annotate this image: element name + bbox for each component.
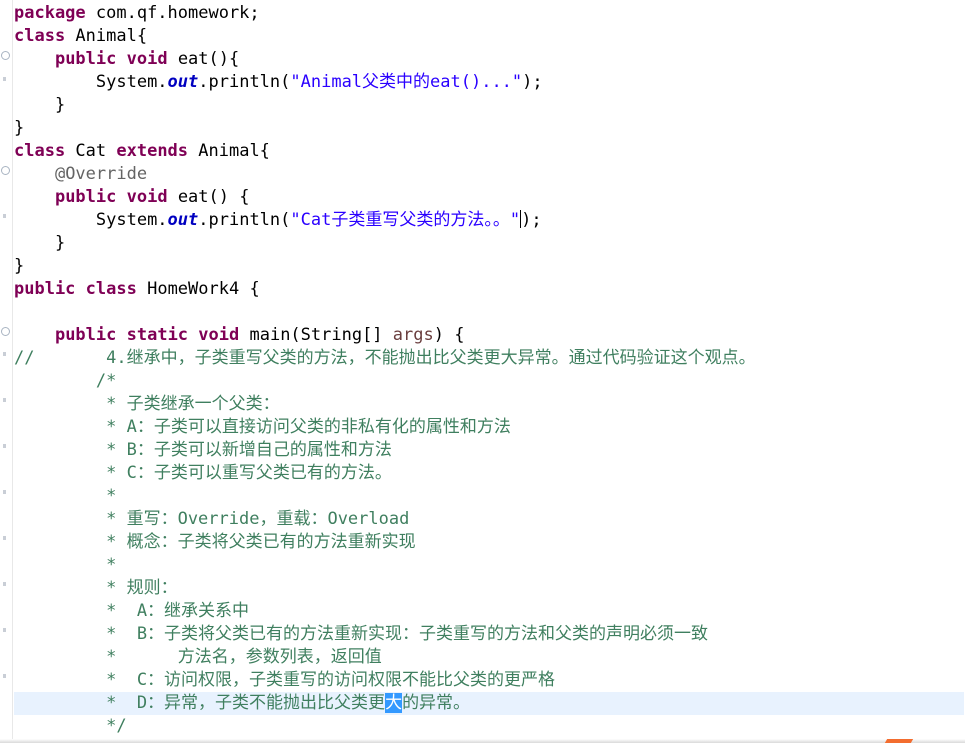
println-call: .println( xyxy=(198,210,291,230)
println-call: .println( xyxy=(198,72,291,92)
block-comment-line: * 规则： xyxy=(14,578,178,598)
block-comment-line: * 重写：Override，重载：Overload xyxy=(14,509,410,529)
code-line[interactable]: public static void main(String[] args) { xyxy=(14,324,964,347)
block-comment-open: /* xyxy=(14,371,117,391)
orange-scroll-marker-icon xyxy=(884,739,914,743)
keyword-class: class xyxy=(85,279,137,299)
string-quote: " xyxy=(509,210,521,230)
code-line[interactable]: class Cat extends Animal{ xyxy=(14,140,964,163)
comment-text: * D：异常，子类不能抛出比父类更 xyxy=(14,693,386,713)
close-brace: } xyxy=(54,95,66,115)
block-comment-line: * 概念：子类将父类已有的方法重新实现 xyxy=(14,532,416,552)
out-field: out xyxy=(167,72,199,92)
keyword-class: class xyxy=(14,26,66,46)
line-marker-icon xyxy=(3,674,6,678)
system-ref: System. xyxy=(95,210,168,230)
call-end: ); xyxy=(521,210,542,230)
block-comment-line: * B：子类将父类已有的方法重新实现：子类重写的方法和父类的声明必须一致 xyxy=(14,624,709,644)
method-eat-signature: eat() { xyxy=(167,187,250,207)
code-line[interactable]: System.out.println("Animal父类中的eat()...")… xyxy=(14,71,964,94)
superclass-animal: Animal{ xyxy=(188,141,270,161)
fold-toggle-icon[interactable] xyxy=(1,327,10,336)
line-comment: // 4.继承中，子类重写父类的方法，不能抛出比父类更大异常。通过代码验证这个观… xyxy=(14,348,756,368)
block-comment-line: * 方法名，参数列表，返回值 xyxy=(14,647,382,667)
code-line[interactable]: } xyxy=(14,255,964,278)
keyword-extends: extends xyxy=(116,141,189,161)
block-comment-line: * 子类继承一个父类： xyxy=(14,394,280,414)
editor-bottom-edge xyxy=(0,739,965,743)
code-line[interactable]: public class HomeWork4 { xyxy=(14,278,964,301)
string-literal-cat: "Cat子类重写父类的方法。。 xyxy=(290,210,510,230)
close-brace: } xyxy=(54,233,66,253)
code-line[interactable]: } xyxy=(14,94,964,117)
keyword-void: void xyxy=(126,49,168,69)
keyword-void: void xyxy=(198,325,240,345)
code-editor[interactable]: package com.qf.homework; class Animal{ p… xyxy=(0,0,965,743)
code-line[interactable]: } xyxy=(14,117,964,140)
code-line[interactable]: System.out.println("Cat子类重写父类的方法。。"); xyxy=(14,209,964,232)
string-literal-animal: "Animal父类中的eat()..." xyxy=(290,72,523,92)
keyword-public: public xyxy=(54,187,117,207)
override-annotation: @Override xyxy=(54,164,148,184)
code-line[interactable] xyxy=(14,301,964,324)
block-comment-line: * xyxy=(14,486,117,506)
block-comment-line: * A：子类可以直接访问父类的非私有化的属性和方法 xyxy=(14,417,511,437)
system-ref: System. xyxy=(95,72,168,92)
code-line[interactable]: public void eat(){ xyxy=(14,48,964,71)
line-marker-icon xyxy=(3,628,6,632)
out-field: out xyxy=(167,210,199,230)
block-comment-line: * xyxy=(14,555,117,575)
main-signature-end: ) { xyxy=(433,325,465,345)
keyword-public: public xyxy=(14,279,76,299)
keyword-public: public xyxy=(54,325,117,345)
keyword-static: static xyxy=(126,325,189,345)
line-marker-icon xyxy=(3,490,6,494)
close-brace: } xyxy=(14,256,25,276)
parameter-args: args xyxy=(392,325,434,345)
class-homework-decl: HomeWork4 { xyxy=(136,279,260,299)
keyword-package: package xyxy=(14,3,86,23)
code-line[interactable]: public void eat() { xyxy=(14,186,964,209)
editor-gutter xyxy=(0,0,13,743)
method-eat-signature: eat(){ xyxy=(167,49,240,69)
block-comment-line: * A：继承关系中 xyxy=(14,601,250,621)
main-signature-start: main(String[] xyxy=(239,325,393,345)
block-comment-close: */ xyxy=(14,716,127,736)
keyword-public: public xyxy=(54,49,117,69)
keyword-class: class xyxy=(14,141,66,161)
fold-toggle-icon[interactable] xyxy=(1,166,10,175)
block-comment-line: * B：子类可以新增自己的属性和方法 xyxy=(14,440,392,460)
keyword-void: void xyxy=(126,187,168,207)
comment-text: 的异常。 xyxy=(402,693,471,713)
package-name: com.qf.homework; xyxy=(85,3,260,23)
line-marker-icon xyxy=(3,444,6,448)
block-comment-line: * C：访问权限，子类重写的访问权限不能比父类的更严格 xyxy=(14,670,556,690)
code-line[interactable]: @Override xyxy=(14,163,964,186)
code-line[interactable]: class Animal{ xyxy=(14,25,964,48)
fold-toggle-icon[interactable] xyxy=(1,51,10,60)
block-comment-line: * C：子类可以重写父类已有的方法。 xyxy=(14,463,392,483)
line-marker-icon xyxy=(3,398,6,402)
code-line[interactable]: package com.qf.homework; xyxy=(14,2,964,25)
override-marker-icon xyxy=(3,77,6,81)
line-marker-icon xyxy=(3,536,6,540)
line-marker-icon xyxy=(3,352,6,356)
class-cat-name: Cat xyxy=(65,141,117,161)
close-brace: } xyxy=(14,118,25,138)
current-line[interactable]: * D：异常，子类不能抛出比父类更大的异常。 xyxy=(14,692,964,715)
selected-text[interactable]: 大 xyxy=(385,693,403,713)
code-text-area[interactable]: package com.qf.homework; class Animal{ p… xyxy=(14,2,964,738)
line-marker-icon xyxy=(3,582,6,586)
override-marker-icon xyxy=(3,214,6,218)
code-line[interactable]: } xyxy=(14,232,964,255)
class-animal-decl: Animal{ xyxy=(65,26,148,46)
call-end: ); xyxy=(522,72,543,92)
